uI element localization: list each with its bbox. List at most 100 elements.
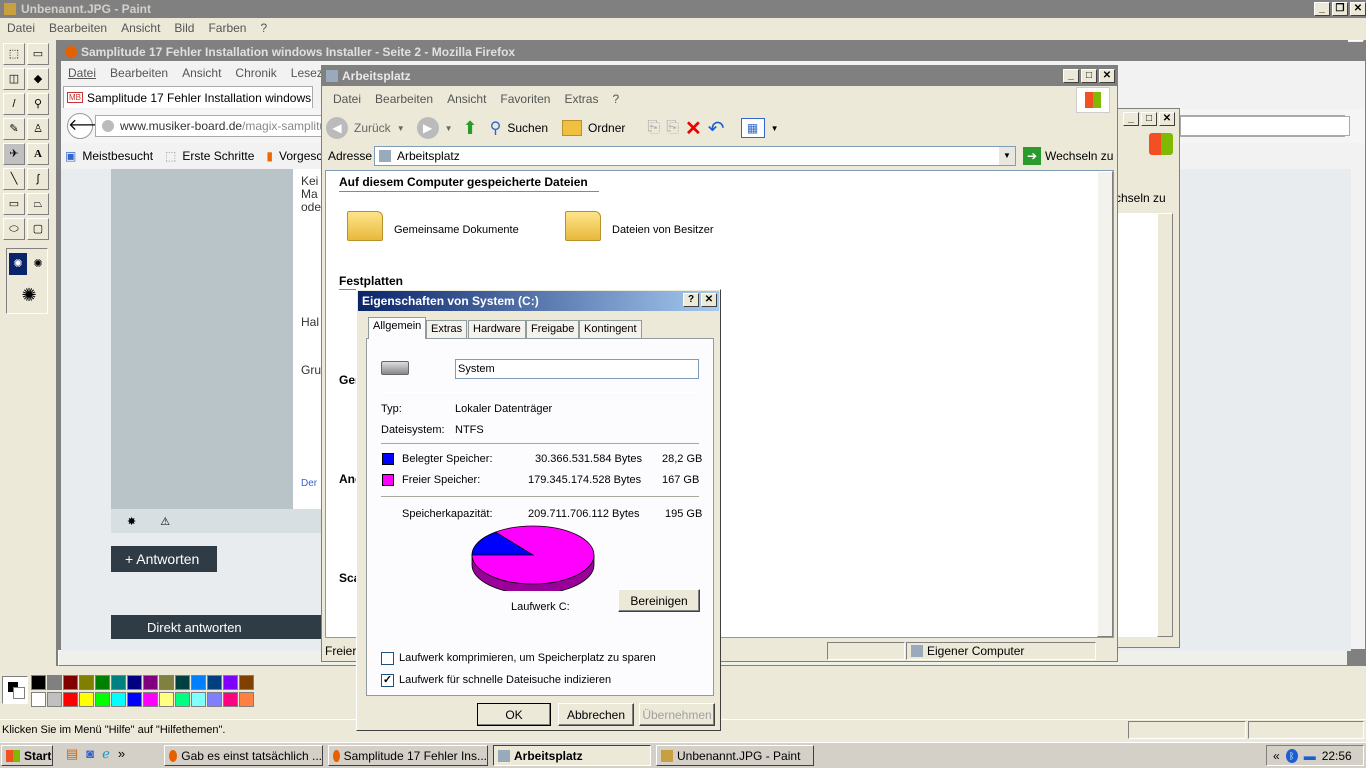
reply-button[interactable]: + Antworten (111, 546, 217, 572)
outlook-quicklaunch-icon[interactable]: ◙ (86, 746, 94, 762)
paint-menu-bild[interactable]: Bild (167, 21, 201, 35)
forward-icon[interactable]: ▶ (416, 117, 439, 139)
ok-button[interactable]: OK (477, 703, 551, 726)
palette-color-swatch[interactable] (47, 675, 62, 690)
palette-color-swatch[interactable] (239, 692, 254, 707)
ex-menu-bearbeiten[interactable]: Bearbeiten (368, 92, 440, 106)
task-firefox-2[interactable]: Samplitude 17 Fehler Ins... (328, 745, 488, 766)
palette-color-swatch[interactable] (159, 692, 174, 707)
index-checkbox[interactable]: ✓ (381, 674, 394, 687)
palette-color-swatch[interactable] (143, 675, 158, 690)
line-icon[interactable]: ╲ (3, 168, 25, 190)
search-button[interactable]: Suchen (507, 121, 548, 135)
move-to-icon[interactable]: ⎘ (647, 119, 660, 137)
fill-icon[interactable]: ◆ (27, 68, 49, 90)
folder-icon[interactable] (565, 211, 601, 241)
palette-color-swatch[interactable] (223, 675, 238, 690)
pencil-icon[interactable]: ✎ (3, 118, 25, 140)
folder-shared-documents[interactable]: Gemeinsame Dokumente (394, 224, 519, 236)
palette-color-swatch[interactable] (175, 692, 190, 707)
rectangle-icon[interactable]: ▭ (3, 193, 25, 215)
warning-icon[interactable]: ⚠ (160, 515, 170, 528)
index-label[interactable]: Laufwerk für schnelle Dateisuche indizie… (399, 674, 611, 686)
network-icon[interactable]: ▬ (1304, 749, 1316, 763)
tab-kontingent[interactable]: Kontingent (579, 320, 642, 339)
direct-reply-header[interactable]: Direkt antworten (111, 615, 333, 639)
rounded-rect-icon[interactable]: ▢ (27, 218, 49, 240)
ff-menu-datei[interactable]: Datei (61, 66, 103, 80)
bg-vscrollbar[interactable] (1157, 213, 1173, 637)
explorer-vscrollbar[interactable] (1097, 171, 1113, 637)
ie-quicklaunch-icon[interactable]: ℯ (102, 746, 110, 762)
palette-color-swatch[interactable] (239, 675, 254, 690)
palette-color-swatch[interactable] (207, 692, 222, 707)
magnifier-icon[interactable]: ⚲ (27, 93, 49, 115)
bookmark-meistbesucht[interactable]: Meistbesucht (82, 149, 153, 163)
palette-color-swatch[interactable] (63, 675, 78, 690)
ex-menu-extras[interactable]: Extras (557, 92, 605, 106)
palette-color-swatch[interactable] (95, 675, 110, 690)
ex-menu-favoriten[interactable]: Favoriten (493, 92, 557, 106)
bluetooth-icon[interactable]: ᛒ (1285, 748, 1298, 763)
start-button[interactable]: Start (1, 745, 53, 766)
polygon-icon[interactable]: ⏢ (27, 193, 49, 215)
text-tool-icon[interactable]: A (27, 143, 49, 165)
cancel-button[interactable]: Abbrechen (558, 703, 634, 726)
dropdown-icon[interactable]: ▼ (397, 124, 405, 133)
folder-icon[interactable] (347, 211, 383, 241)
bg-close-button[interactable]: ✕ (1159, 112, 1175, 126)
dialog-help-button[interactable]: ? (683, 293, 699, 307)
palette-color-swatch[interactable] (63, 692, 78, 707)
curve-icon[interactable]: ∫ (27, 168, 49, 190)
up-folder-icon[interactable]: ⬆ (463, 118, 478, 139)
brush-icon[interactable]: ♙ (27, 118, 49, 140)
bg-minimize-button[interactable]: _ (1123, 112, 1139, 126)
search-icon[interactable]: ⚲ (490, 118, 502, 138)
tab-extras[interactable]: Extras (426, 320, 468, 339)
paint-menu-hilfe[interactable]: ? (253, 21, 274, 35)
palette-color-swatch[interactable] (95, 692, 110, 707)
bg-maximize-button[interactable]: □ (1141, 112, 1157, 126)
views-icon[interactable]: ▦ (740, 118, 765, 138)
compress-label[interactable]: Laufwerk komprimieren, um Speicherplatz … (399, 652, 656, 664)
paint-menu-ansicht[interactable]: Ansicht (114, 21, 167, 35)
ff-menu-chronik[interactable]: Chronik (228, 66, 283, 80)
ex-menu-ansicht[interactable]: Ansicht (440, 92, 493, 106)
compress-checkbox[interactable] (381, 652, 394, 665)
paint-menu-bearbeiten[interactable]: Bearbeiten (42, 21, 114, 35)
palette-color-swatch[interactable] (175, 675, 190, 690)
paint-close-button[interactable]: ✕ (1350, 2, 1366, 16)
spray-medium-icon[interactable]: ✺ (29, 253, 47, 275)
explorer-minimize-button[interactable]: _ (1063, 69, 1079, 83)
palette-color-swatch[interactable] (127, 692, 142, 707)
task-paint[interactable]: Unbenannt.JPG - Paint (656, 745, 814, 766)
star-icon[interactable]: ✸ (127, 515, 136, 528)
cleanup-button[interactable]: Bereinigen (618, 589, 700, 612)
back-button[interactable]: Zurück (354, 121, 391, 135)
paint-menu-datei[interactable]: Datei (0, 21, 42, 35)
bg-go-label[interactable]: chseln zu (1115, 191, 1166, 205)
folder-owner-documents[interactable]: Dateien von Besitzer (612, 224, 714, 236)
address-dropdown-icon[interactable]: ▼ (999, 147, 1015, 165)
copy-to-icon[interactable]: ⎘ (666, 119, 679, 137)
dropdown-icon[interactable]: ▼ (771, 124, 779, 133)
color-picker-icon[interactable]: / (3, 93, 25, 115)
go-button[interactable]: Wechseln zu (1045, 149, 1113, 163)
palette-color-swatch[interactable] (207, 675, 222, 690)
palette-color-swatch[interactable] (159, 675, 174, 690)
drive-name-field[interactable] (455, 359, 699, 379)
palette-color-swatch[interactable] (31, 675, 46, 690)
delete-icon[interactable]: ✕ (685, 116, 702, 141)
palette-color-swatch[interactable] (191, 692, 206, 707)
tab-hardware[interactable]: Hardware (468, 320, 526, 339)
bookmark-erste-schritte[interactable]: Erste Schritte (182, 149, 254, 163)
current-colors[interactable] (2, 676, 28, 704)
palette-color-swatch[interactable] (111, 692, 126, 707)
explorer-close-button[interactable]: ✕ (1099, 69, 1115, 83)
airbrush-icon[interactable]: ✈ (3, 143, 25, 165)
tab-freigabe[interactable]: Freigabe (526, 320, 580, 339)
free-select-icon[interactable]: ⬚ (3, 43, 25, 65)
palette-color-swatch[interactable] (79, 675, 94, 690)
palette-color-swatch[interactable] (143, 692, 158, 707)
palette-color-swatch[interactable] (223, 692, 238, 707)
